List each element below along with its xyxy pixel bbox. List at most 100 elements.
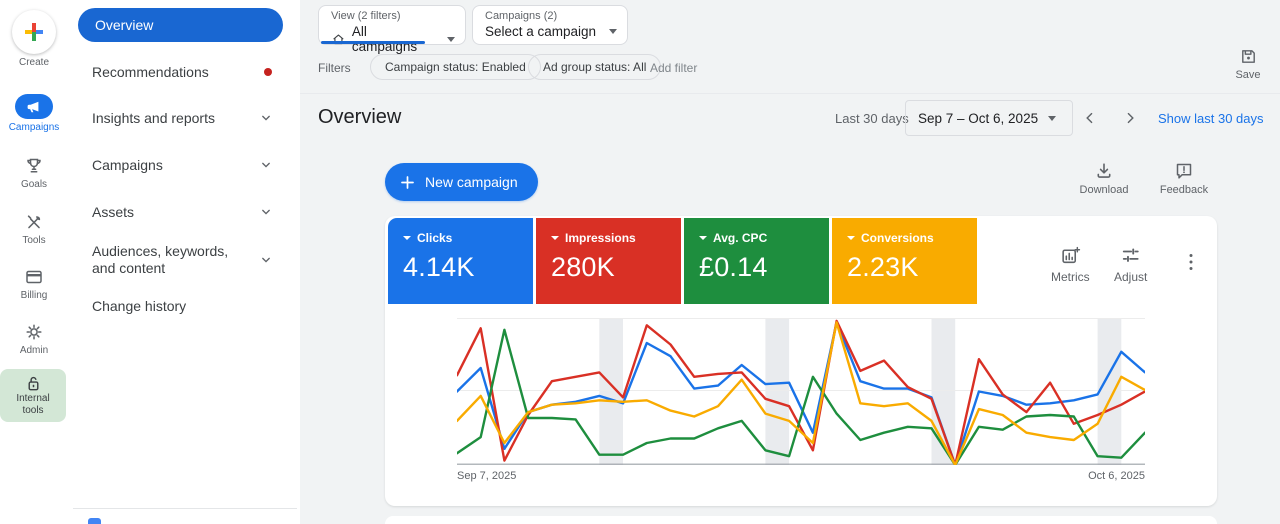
date-prev-button[interactable]: [1076, 104, 1104, 132]
scorecard-conversions[interactable]: Conversions 2.23K: [832, 218, 977, 304]
feedback-icon: [1176, 163, 1192, 179]
tile-caret-icon: [699, 236, 707, 240]
rail-internal-tools-label: Internal tools: [16, 393, 50, 416]
x-axis-end-label: Oct 6, 2025: [1088, 470, 1145, 482]
nav-item-change-history[interactable]: Change history: [68, 289, 300, 323]
gear-icon: [26, 324, 42, 340]
chevron-down-icon: [262, 162, 270, 168]
scorecard-tiles: Clicks 4.14K Impressions 280K Avg. CPC £…: [388, 218, 977, 304]
nav-audiences-label: Audiences, keywords, and content: [92, 243, 229, 276]
metrics-label: Metrics: [1051, 270, 1090, 284]
chevron-down-icon: [262, 209, 270, 215]
multicolor-plus-icon: [25, 23, 43, 41]
trophy-icon: [27, 158, 41, 173]
tools-icon: [27, 215, 41, 229]
more-options-kebab-icon[interactable]: [1183, 252, 1199, 272]
nav-insights-label: Insights and reports: [92, 110, 215, 126]
create-button[interactable]: Create: [0, 10, 68, 68]
dropdown-caret-icon: [447, 36, 455, 42]
rail-tools-label: Tools: [22, 235, 46, 246]
lock-icon: [28, 376, 38, 391]
view-picker-active-underline: [321, 41, 425, 44]
rail-goals-label: Goals: [20, 179, 48, 190]
rail-item-tools[interactable]: Tools: [0, 212, 68, 246]
nav-item-campaigns[interactable]: Campaigns: [68, 148, 300, 182]
feedback-label: Feedback: [1159, 184, 1209, 196]
chevron-down-icon: [262, 257, 270, 263]
scorecard-value: £0.14: [699, 252, 768, 282]
date-range-picker[interactable]: Sep 7 – Oct 6, 2025: [905, 100, 1073, 136]
partial-icon: [88, 518, 101, 524]
show-last-30-days-link[interactable]: Show last 30 days: [1158, 111, 1264, 126]
megaphone-icon: [27, 101, 39, 112]
home-icon: [333, 33, 344, 44]
download-button[interactable]: Download: [1076, 161, 1132, 196]
rail-billing-label: Billing: [20, 290, 48, 301]
adjust-sliders-icon: [1123, 248, 1139, 262]
rail-admin-label: Admin: [19, 345, 49, 356]
rail-item-billing[interactable]: Billing: [0, 267, 68, 301]
campaign-picker-value: Select a campaign: [485, 24, 597, 39]
scorecard-value: 2.23K: [847, 252, 919, 282]
billing-card-icon: [26, 270, 42, 284]
overview-chart: [457, 318, 1145, 465]
date-next-button[interactable]: [1116, 104, 1144, 132]
google-ads-screen: Create Campaigns Goals Tools Billing Adm…: [0, 0, 1280, 524]
adjust-button[interactable]: Adjust: [1114, 245, 1147, 284]
icon-rail: Create Campaigns Goals Tools Billing Adm…: [0, 0, 68, 524]
scorecard-metric-name: Impressions: [565, 231, 636, 245]
feedback-button[interactable]: Feedback: [1156, 161, 1212, 196]
nav-item-insights-reports[interactable]: Insights and reports: [68, 101, 300, 135]
scorecard-impressions[interactable]: Impressions 280K: [536, 218, 681, 304]
save-icon: [1241, 50, 1255, 63]
campaign-picker[interactable]: Campaigns (2) Select a campaign: [472, 5, 628, 45]
nav-recommendations-label: Recommendations: [92, 64, 209, 80]
scorecard-metric-name: Avg. CPC: [713, 231, 768, 245]
metrics-chart-icon: [1062, 246, 1080, 264]
overview-card: Clicks 4.14K Impressions 280K Avg. CPC £…: [385, 216, 1217, 506]
create-label: Create: [18, 57, 49, 68]
page-title: Overview: [318, 106, 402, 128]
nav-campaigns-label: Campaigns: [92, 157, 163, 173]
scorecard-clicks[interactable]: Clicks 4.14K: [388, 218, 533, 304]
nav-item-recommendations[interactable]: Recommendations: [68, 55, 300, 89]
dropdown-caret-icon: [1048, 115, 1057, 121]
next-card-edge: [385, 516, 1217, 524]
tile-caret-icon: [403, 236, 411, 240]
nav-item-overview[interactable]: Overview: [78, 8, 283, 42]
scorecard-avg-cpc[interactable]: Avg. CPC £0.14: [684, 218, 829, 304]
view-picker[interactable]: View (2 filters) All campaigns: [318, 5, 466, 54]
tile-caret-icon: [551, 236, 559, 240]
tile-caret-icon: [847, 236, 855, 240]
nav-assets-label: Assets: [92, 204, 135, 220]
create-circle[interactable]: [12, 10, 56, 54]
download-icon: [1097, 163, 1111, 178]
filter-chip-campaign-status[interactable]: Campaign status: Enabled: [370, 54, 541, 80]
add-filter-button[interactable]: Add filter: [650, 61, 697, 75]
nav-item-assets[interactable]: Assets: [68, 195, 300, 229]
save-button[interactable]: Save: [1228, 47, 1268, 81]
download-label: Download: [1079, 184, 1129, 196]
chevron-right-icon: [1127, 112, 1134, 124]
filter-chip-ad-group-status[interactable]: Ad group status: All: [528, 54, 662, 80]
metrics-button[interactable]: Metrics: [1051, 245, 1090, 284]
rail-item-goals[interactable]: Goals: [0, 156, 68, 190]
rail-item-campaigns[interactable]: Campaigns: [0, 94, 68, 133]
nav-overview-label: Overview: [95, 17, 154, 33]
chevron-left-icon: [1086, 112, 1093, 124]
recommendations-alert-dot: [264, 68, 272, 76]
content-area: View (2 filters) All campaigns Campaigns…: [300, 0, 1280, 524]
nav-item-audiences[interactable]: Audiences, keywords, and content: [68, 238, 300, 282]
dropdown-caret-icon: [609, 29, 617, 34]
nav-panel: Overview Recommendations Insights and re…: [68, 0, 300, 524]
new-campaign-button[interactable]: New campaign: [385, 163, 538, 201]
save-label: Save: [1235, 69, 1261, 81]
view-picker-value: All campaigns: [351, 24, 418, 54]
rail-item-internal-tools[interactable]: Internal tools: [0, 369, 66, 422]
plus-icon: [401, 175, 414, 189]
scorecard-metric-name: Conversions: [861, 231, 934, 245]
scorecard-value: 4.14K: [403, 252, 475, 282]
rail-item-admin[interactable]: Admin: [0, 322, 68, 356]
scorecard-value: 280K: [551, 252, 615, 282]
date-range-preset-label: Last 30 days: [835, 111, 909, 126]
